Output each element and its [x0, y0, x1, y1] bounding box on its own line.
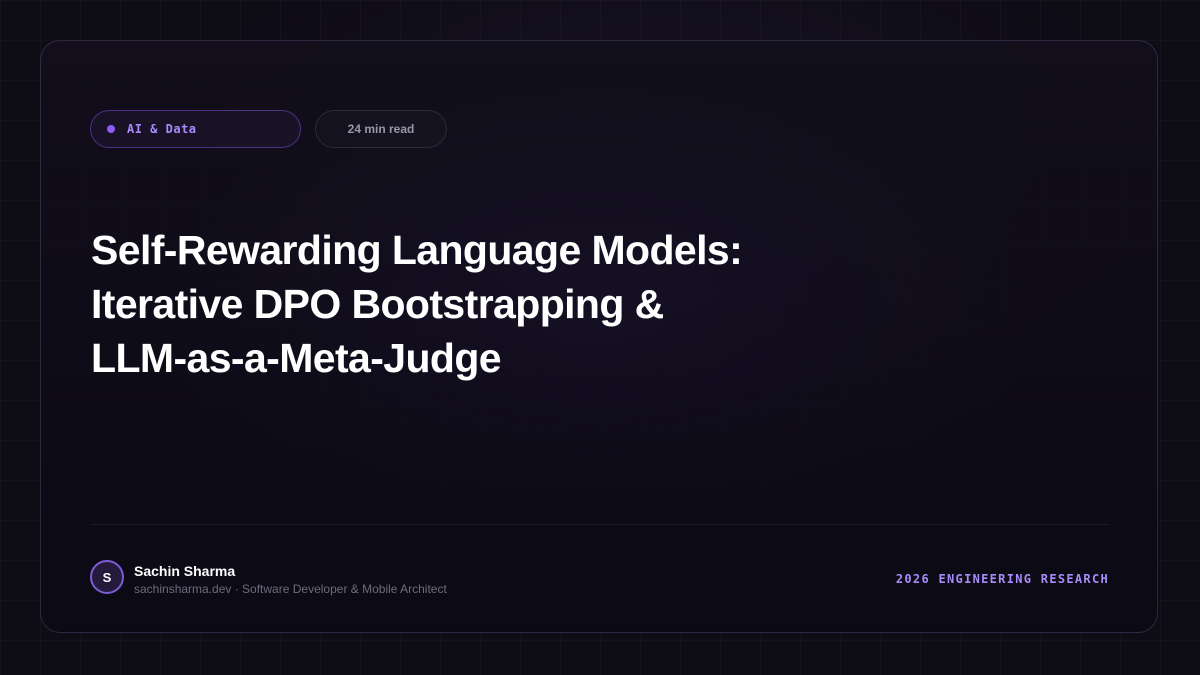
footer-divider [90, 524, 1110, 525]
read-time-badge: 24 min read [315, 110, 447, 148]
category-badge[interactable]: AI & Data [90, 110, 301, 148]
title-line-3: LLM-as-a-Meta-Judge [91, 335, 502, 381]
author-meta: sachinsharma.dev · Software Developer & … [134, 582, 447, 596]
category-label: AI & Data [127, 122, 197, 136]
article-title: Self-Rewarding Language Models: Iterativ… [91, 223, 991, 385]
article-card: AI & Data 24 min read Self-Rewarding Lan… [40, 40, 1158, 633]
read-time-label: 24 min read [347, 122, 415, 136]
title-line-1: Self-Rewarding Language Models: [91, 227, 743, 273]
author-name[interactable]: Sachin Sharma [134, 563, 235, 579]
title-line-2: Iterative DPO Bootstrapping & [91, 281, 664, 327]
footer-tag: 2026 ENGINEERING RESEARCH [895, 572, 1109, 586]
category-dot-icon [107, 125, 115, 133]
author-avatar[interactable]: S [90, 560, 124, 594]
